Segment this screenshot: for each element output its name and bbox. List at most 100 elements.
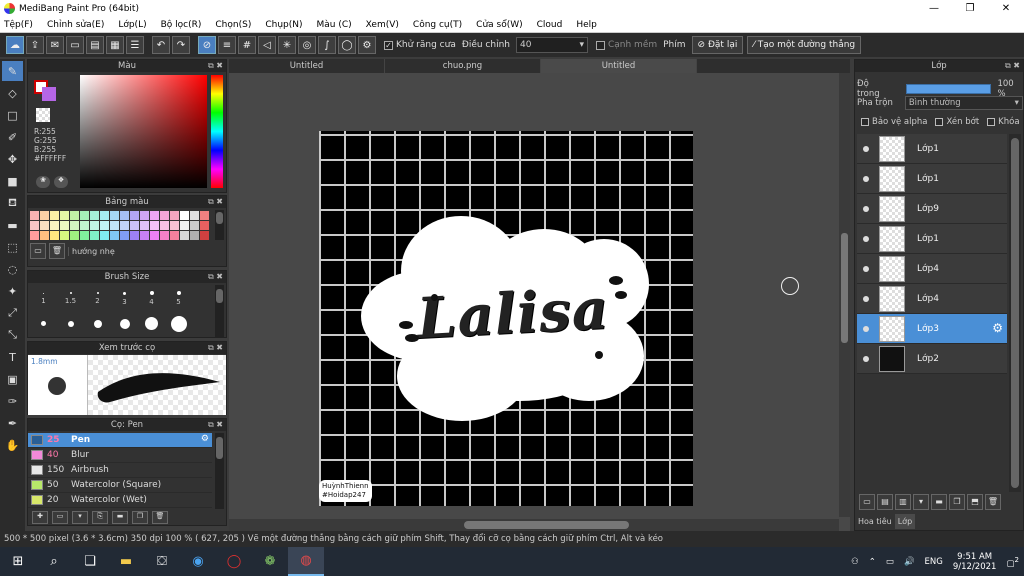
dot-tool-icon[interactable]: ✐	[2, 127, 23, 147]
palette-swatch[interactable]	[180, 231, 189, 240]
tab-layer[interactable]: Lớp	[894, 514, 916, 529]
undo-icon[interactable]: ↶	[152, 36, 170, 54]
opacity-slider[interactable]	[906, 84, 992, 94]
palette-swatch[interactable]	[50, 211, 59, 220]
select-eraser-tool-icon[interactable]: ⤡	[2, 325, 23, 345]
menu-filter[interactable]: Bộ lọc(R)	[161, 20, 202, 30]
visibility-icon[interactable]	[863, 355, 869, 362]
menu-tools[interactable]: Công cụ(T)	[413, 20, 462, 30]
layer-item[interactable]: Lớp2	[857, 344, 1007, 374]
palette-swatch[interactable]	[200, 211, 209, 220]
hand-tool-icon[interactable]: ✋	[2, 435, 23, 455]
new-file-icon[interactable]: ▭	[66, 36, 84, 54]
folder-icon[interactable]: ▬	[931, 494, 947, 510]
palette-swatch[interactable]	[30, 231, 39, 240]
protect-alpha-checkbox[interactable]	[861, 118, 869, 126]
brush-item-watercolor-wet[interactable]: 20 Watercolor (Wet)	[28, 493, 212, 508]
palette-swatch[interactable]	[40, 211, 49, 220]
file-explorer-icon[interactable]: ▬	[108, 547, 144, 576]
new-palette-icon[interactable]: ▭	[30, 243, 46, 259]
brush-size-option[interactable]	[57, 311, 84, 336]
medibang-icon[interactable]: ◍	[288, 547, 324, 576]
brush-size-scrollbar[interactable]	[215, 285, 224, 337]
select-pen-tool-icon[interactable]: ⤢	[2, 303, 23, 323]
palette-swatch[interactable]	[120, 221, 129, 230]
palette-swatch[interactable]	[130, 221, 139, 230]
brush-size-option[interactable]	[165, 311, 192, 336]
visibility-icon[interactable]	[863, 175, 869, 182]
task-view-icon[interactable]: ❏	[72, 547, 108, 576]
palette-swatch[interactable]	[80, 231, 89, 240]
lasso-tool-icon[interactable]: ◌	[2, 259, 23, 279]
chevron-up-icon[interactable]: ⌃	[869, 557, 876, 567]
palette-swatch[interactable]	[150, 231, 159, 240]
duplicate-layer-icon[interactable]: ❐	[949, 494, 965, 510]
new-brush-icon[interactable]: ▭	[52, 511, 68, 524]
cloud-icon[interactable]: ☁	[6, 36, 24, 54]
palette-swatch[interactable]	[140, 221, 149, 230]
tab-untitled-2[interactable]: Untitled	[541, 59, 697, 73]
reset-button[interactable]: ⊘ Đặt lại	[691, 36, 744, 54]
panel-buttons[interactable]: ⧉ ✖	[208, 196, 223, 208]
palette-swatch[interactable]	[120, 211, 129, 220]
palette-swatch[interactable]	[60, 211, 69, 220]
text-tool-icon[interactable]: T	[2, 347, 23, 367]
tab-chuo[interactable]: chuo.png	[385, 59, 541, 73]
palette-swatch[interactable]	[70, 211, 79, 220]
close-button[interactable]: ✕	[988, 0, 1024, 17]
brush-size-option[interactable]	[30, 311, 57, 336]
visibility-icon[interactable]	[863, 145, 869, 152]
color-wheel-icon[interactable]: ❀	[36, 176, 50, 188]
palette-swatch[interactable]	[80, 211, 89, 220]
gear-icon[interactable]: ⚙	[201, 434, 209, 444]
layer-item[interactable]: Lớp4	[857, 284, 1007, 314]
gradient-tool-icon[interactable]: ▬	[2, 215, 23, 235]
palette-swatch[interactable]	[180, 221, 189, 230]
layer-item[interactable]: Lớp1	[857, 134, 1007, 164]
palette-swatch[interactable]	[150, 211, 159, 220]
redo-icon[interactable]: ↷	[172, 36, 190, 54]
select-tool-icon[interactable]: ⬚	[2, 237, 23, 257]
settings-icon[interactable]: ⚙	[358, 36, 376, 54]
palette-swatch[interactable]	[190, 231, 199, 240]
language-indicator[interactable]: ENG	[925, 557, 943, 567]
palette-swatch[interactable]	[180, 211, 189, 220]
menu-cloud[interactable]: Cloud	[537, 20, 563, 30]
merge-layer-icon[interactable]: ⬒	[967, 494, 983, 510]
circle-snap-icon[interactable]: ◎	[298, 36, 316, 54]
layer-item[interactable]: Lớp9	[857, 194, 1007, 224]
brush-size-option[interactable]: 3	[111, 286, 138, 311]
palette-swatch[interactable]	[40, 231, 49, 240]
comment-icon[interactable]: ✉	[46, 36, 64, 54]
clock[interactable]: 9:51 AM 9/12/2021	[953, 552, 997, 572]
brush-size-option[interactable]	[138, 311, 165, 336]
background-color-swatch[interactable]	[42, 87, 56, 101]
palette-swatch[interactable]	[130, 211, 139, 220]
trash-icon[interactable]: 🗑	[985, 494, 1001, 510]
save-icon[interactable]: ▤	[86, 36, 104, 54]
vanishing-point-icon[interactable]: ◁	[258, 36, 276, 54]
palette-swatch[interactable]	[50, 231, 59, 240]
palette-swatch[interactable]	[30, 221, 39, 230]
palette-swatch[interactable]	[190, 211, 199, 220]
palette-swatch[interactable]	[110, 231, 119, 240]
palette-swatch[interactable]	[100, 231, 109, 240]
radial-snap-icon[interactable]: ✳	[278, 36, 296, 54]
palette-swatch[interactable]	[90, 211, 99, 220]
palette-swatch[interactable]	[200, 221, 209, 230]
layer-menu-icon[interactable]: ▾	[913, 494, 929, 510]
maximize-button[interactable]: ❐	[952, 0, 988, 17]
store-icon[interactable]: ⛋	[144, 547, 180, 576]
new-layer-icon[interactable]: ▭	[859, 494, 875, 510]
canvas-horizontal-scrollbar[interactable]	[229, 519, 839, 531]
palette-swatch[interactable]	[160, 231, 169, 240]
bucket-tool-icon[interactable]: ⛾	[2, 193, 23, 213]
brush-size-option[interactable]: 1	[30, 286, 57, 311]
menu-edit[interactable]: Chỉnh sửa(E)	[47, 20, 104, 30]
palette-scrollbar[interactable]	[215, 210, 224, 240]
layer-item[interactable]: Lớp1	[857, 164, 1007, 194]
clipping-checkbox[interactable]	[935, 118, 944, 126]
brush-list-scrollbar[interactable]	[215, 433, 224, 509]
palette-swatch[interactable]	[60, 231, 69, 240]
brush-size-option[interactable]: 5	[165, 286, 192, 311]
